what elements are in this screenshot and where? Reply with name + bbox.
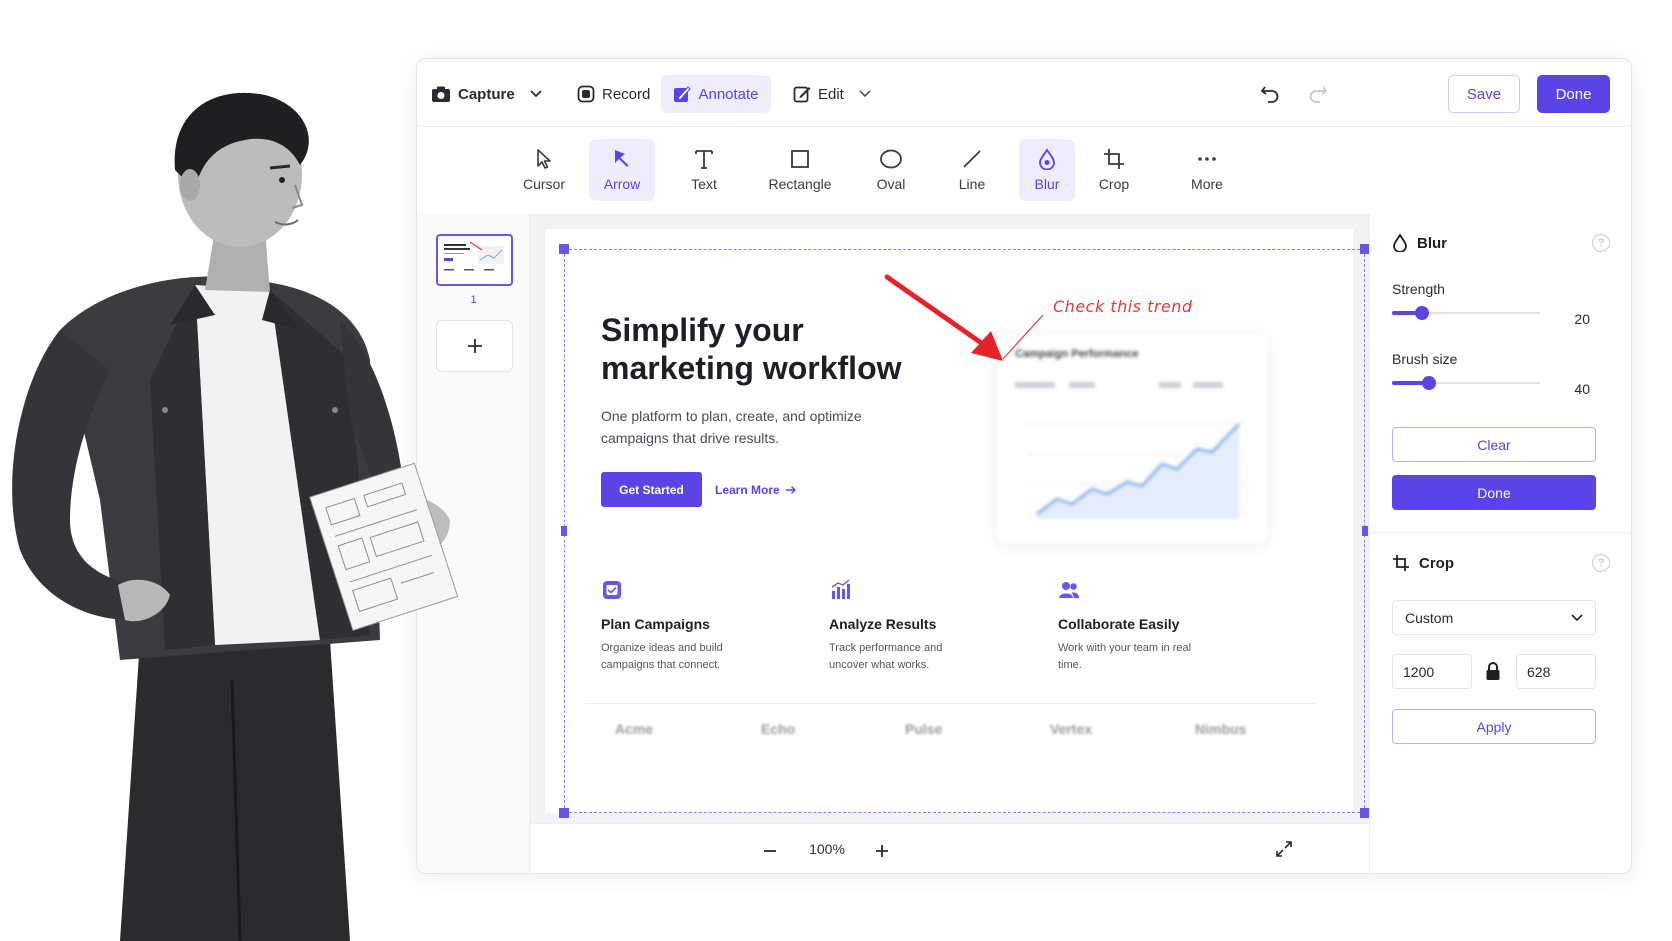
zoom-in-button[interactable]: [869, 835, 895, 864]
edit-icon: [793, 86, 811, 103]
edit-label: Edit: [818, 85, 844, 103]
chevron-down-icon: [1571, 613, 1583, 621]
crop-section-title: Crop: [1419, 554, 1454, 572]
resize-handle-left[interactable]: [561, 526, 567, 536]
chevron-down-icon: [530, 90, 542, 98]
crop-section-header: Crop: [1392, 554, 1454, 572]
crop-icon: [1104, 149, 1124, 169]
arrow-tool-icon: [615, 150, 629, 167]
zoom-level: 100%: [809, 841, 845, 857]
tool-crop-label: Crop: [1098, 176, 1130, 192]
tool-arrow[interactable]: Arrow: [589, 139, 655, 201]
tool-blur-label: Blur: [1034, 176, 1060, 192]
strength-label: Strength: [1392, 281, 1445, 297]
zoom-out-button[interactable]: [757, 836, 783, 864]
editor-canvas[interactable]: Simplify your marketing workflow One pla…: [530, 214, 1370, 823]
undo-button[interactable]: [1255, 76, 1285, 110]
brush-size-value: 40: [1574, 381, 1590, 397]
line-icon: [963, 150, 981, 168]
tool-arrow-label: Arrow: [603, 176, 641, 192]
person-illustration: [12, 92, 459, 941]
strength-value: 20: [1574, 311, 1590, 327]
editor-window: Capture Record Annotate Edit Save Done C…: [416, 58, 1632, 874]
tool-line[interactable]: Line: [947, 139, 997, 201]
more-dots-icon: [1198, 157, 1216, 161]
blur-section-title: Blur: [1417, 234, 1447, 252]
tool-cursor-label: Cursor: [522, 176, 565, 192]
top-bar: Capture Record Annotate Edit Save Done: [417, 59, 1631, 127]
blur-section-header: Blur: [1392, 234, 1447, 252]
annotate-tab[interactable]: Annotate: [661, 75, 771, 113]
save-button[interactable]: Save: [1448, 75, 1520, 113]
tool-rectangle-label: Rectangle: [768, 176, 832, 192]
clear-button[interactable]: Clear: [1392, 427, 1596, 462]
blur-drop-icon: [1039, 148, 1055, 170]
fullscreen-button[interactable]: [1275, 840, 1293, 863]
resize-handle-right[interactable]: [1362, 526, 1368, 536]
rectangle-icon: [791, 150, 809, 168]
zoom-bar: 100%: [530, 823, 1369, 873]
tool-blur[interactable]: Blur: [1019, 139, 1075, 201]
tool-more-label: More: [1191, 176, 1223, 192]
cursor-icon: [537, 149, 551, 169]
lock-icon: [1486, 662, 1500, 680]
plus-icon: [876, 845, 888, 857]
blur-selection-area[interactable]: [564, 249, 1365, 813]
crop-help-icon[interactable]: ?: [1592, 554, 1610, 572]
record-button[interactable]: Record: [567, 75, 660, 113]
done-button[interactable]: Done: [1537, 75, 1610, 113]
crop-preset-value: Custom: [1405, 609, 1454, 626]
crop-width-input[interactable]: [1392, 654, 1472, 689]
tool-oval[interactable]: Oval: [866, 139, 916, 201]
crop-height-input[interactable]: [1516, 654, 1596, 689]
tool-crop[interactable]: Crop: [1089, 139, 1139, 201]
apply-crop-button[interactable]: Apply: [1392, 709, 1596, 744]
tool-line-label: Line: [958, 176, 986, 192]
minus-icon: [764, 850, 776, 852]
resize-handle-top-left[interactable]: [559, 244, 569, 254]
annotate-label: Annotate: [698, 85, 759, 103]
tool-oval-label: Oval: [876, 176, 906, 192]
redo-icon: [1309, 86, 1328, 103]
chevron-down-icon: [859, 90, 871, 98]
text-icon: [695, 150, 713, 169]
crop-preset-select[interactable]: Custom: [1392, 600, 1596, 635]
tool-text-label: Text: [691, 176, 717, 192]
tool-rectangle[interactable]: Rectangle: [762, 139, 838, 201]
annotate-icon: [674, 86, 692, 102]
oval-icon: [880, 149, 902, 169]
undo-icon: [1260, 86, 1279, 103]
panel-divider: [1370, 532, 1631, 533]
resize-handle-bottom-left[interactable]: [559, 808, 569, 818]
brush-size-slider[interactable]: [1392, 375, 1540, 391]
slider-knob[interactable]: [1414, 306, 1429, 320]
record-label: Record: [602, 85, 651, 103]
redo-button[interactable]: [1303, 76, 1333, 110]
expand-icon: [1276, 841, 1292, 857]
properties-panel: Blur ? Strength 20 Brush size 40 Clear D…: [1369, 214, 1631, 873]
strength-slider[interactable]: [1392, 305, 1540, 321]
slider-knob[interactable]: [1422, 376, 1436, 390]
screenshot-page: Simplify your marketing workflow One pla…: [545, 229, 1370, 818]
tool-text[interactable]: Text: [679, 139, 729, 201]
tool-more[interactable]: More: [1182, 139, 1232, 201]
brush-size-label: Brush size: [1392, 351, 1458, 367]
aspect-lock-button[interactable]: [1485, 661, 1501, 686]
blur-drop-icon: [1393, 234, 1407, 252]
edit-menu-button[interactable]: Edit: [783, 75, 881, 113]
crop-icon: [1393, 555, 1409, 571]
record-icon: [577, 85, 595, 103]
tool-cursor[interactable]: Cursor: [517, 139, 571, 201]
blur-done-button[interactable]: Done: [1392, 475, 1596, 510]
blur-help-icon[interactable]: ?: [1592, 234, 1610, 252]
